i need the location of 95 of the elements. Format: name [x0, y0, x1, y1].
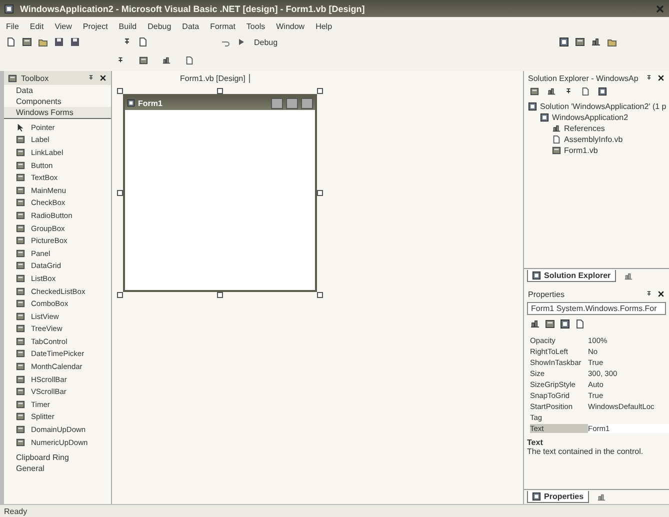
pin-icon[interactable]	[645, 290, 653, 298]
control-icon	[16, 274, 25, 283]
description-text: The text contained in the control.	[527, 447, 644, 456]
control-icon	[16, 236, 25, 246]
references-icon	[552, 124, 561, 133]
toolbox-category[interactable]: General	[4, 463, 111, 474]
tree-node[interactable]: WindowsApplication2	[528, 112, 669, 123]
toolbox-category[interactable]: Data	[4, 85, 111, 96]
object-selector[interactable]: Form1 System.Windows.Forms.For	[527, 302, 666, 315]
menu-item[interactable]: Window	[276, 22, 305, 30]
maximize-button[interactable]	[286, 98, 298, 108]
control-icon	[16, 173, 25, 182]
open-folder-icon[interactable]	[38, 37, 48, 47]
start-icon[interactable]	[236, 37, 246, 47]
control-icon	[16, 387, 25, 396]
control-icon	[16, 324, 25, 334]
tab-icon	[532, 271, 541, 280]
new-file-icon[interactable]	[6, 37, 16, 47]
menu-item[interactable]: File	[6, 22, 19, 30]
tab-icon	[596, 492, 606, 502]
minimize-button[interactable]	[271, 98, 283, 108]
solution-icon	[528, 102, 537, 111]
control-icon	[16, 286, 25, 296]
menu-item[interactable]: Data	[182, 22, 200, 30]
tree-node[interactable]: References	[528, 123, 669, 134]
save-all-icon[interactable]	[70, 37, 80, 47]
close-icon[interactable]	[657, 290, 665, 298]
toolbox-category[interactable]: Clipboard Ring	[4, 452, 111, 464]
resize-handle[interactable]	[117, 88, 123, 94]
control-icon	[16, 198, 25, 208]
control-icon	[16, 438, 25, 447]
menu-item[interactable]: Format	[210, 22, 236, 30]
close-icon[interactable]	[657, 74, 665, 82]
menu-item[interactable]: Debug	[148, 22, 172, 30]
control-icon	[16, 425, 25, 434]
panel-tab[interactable]: Solution Explorer	[527, 270, 616, 282]
project-icon	[540, 113, 549, 122]
toolbox-category[interactable]: Windows Forms	[4, 107, 111, 119]
control-icon	[16, 248, 25, 258]
close-icon[interactable]	[99, 74, 107, 82]
configuration-dropdown[interactable]: Debug	[252, 38, 302, 46]
save-icon[interactable]	[54, 37, 64, 47]
menu-item[interactable]: Edit	[30, 22, 44, 30]
status-text: Ready	[4, 506, 28, 516]
control-icon	[16, 210, 25, 220]
resize-handle[interactable]	[117, 292, 123, 298]
control-icon	[16, 362, 25, 372]
tab-icon	[624, 272, 633, 280]
resize-handle[interactable]	[217, 88, 223, 94]
panel-tab[interactable]: Properties	[527, 491, 589, 503]
description-title: Text	[527, 438, 544, 447]
menu-item[interactable]: View	[54, 22, 72, 30]
menu-item[interactable]: Build	[118, 22, 137, 30]
tab-icon	[532, 492, 541, 501]
control-icon	[16, 349, 25, 358]
control-icon	[16, 148, 25, 157]
menu-item[interactable]: Help	[316, 22, 332, 30]
form-title: Form1	[138, 98, 164, 108]
control-icon	[16, 160, 25, 170]
close-button[interactable]	[301, 98, 313, 108]
menu-item[interactable]: Project	[82, 22, 108, 30]
panel-title: Solution Explorer - WindowsAp	[528, 74, 640, 82]
view-code-icon[interactable]	[581, 87, 590, 96]
control-icon	[16, 412, 25, 422]
control-icon	[16, 299, 25, 308]
control-icon	[16, 312, 25, 321]
resize-handle[interactable]	[317, 190, 323, 196]
tree-node[interactable]: Form1.vb	[528, 145, 669, 156]
control-icon	[16, 135, 25, 144]
panel-title: Properties	[528, 290, 566, 298]
control-icon	[16, 374, 25, 384]
resize-handle[interactable]	[317, 292, 323, 298]
pin-icon[interactable]	[645, 74, 653, 82]
document-tab[interactable]: Form1.vb [Design]	[176, 74, 250, 82]
code-file-icon	[552, 135, 561, 144]
window-title: WindowsApplication2 - Microsoft Visual Basic .NET [design] - Form1.vb [Design]	[20, 4, 365, 14]
control-icon	[16, 224, 25, 233]
control-icon	[16, 186, 25, 195]
panel-title: Toolbox	[21, 74, 50, 82]
app-icon	[4, 4, 14, 14]
pin-icon[interactable]	[87, 74, 95, 82]
resize-handle[interactable]	[117, 190, 123, 196]
form-icon	[552, 146, 561, 155]
control-icon	[16, 400, 25, 409]
control-icon	[16, 336, 25, 346]
pointer-icon	[16, 122, 25, 132]
tree-node[interactable]: Solution 'WindowsApplication2' (1 p	[528, 101, 669, 112]
menu-item[interactable]: Tools	[246, 22, 266, 30]
tree-node[interactable]: AssemblyInfo.vb	[528, 134, 669, 145]
form-window[interactable]: Form1	[123, 94, 317, 292]
resize-handle[interactable]	[217, 292, 223, 298]
resize-handle[interactable]	[317, 88, 323, 94]
control-icon	[16, 261, 25, 270]
form-icon	[127, 99, 135, 107]
toolbox-category[interactable]: Components	[4, 96, 111, 107]
